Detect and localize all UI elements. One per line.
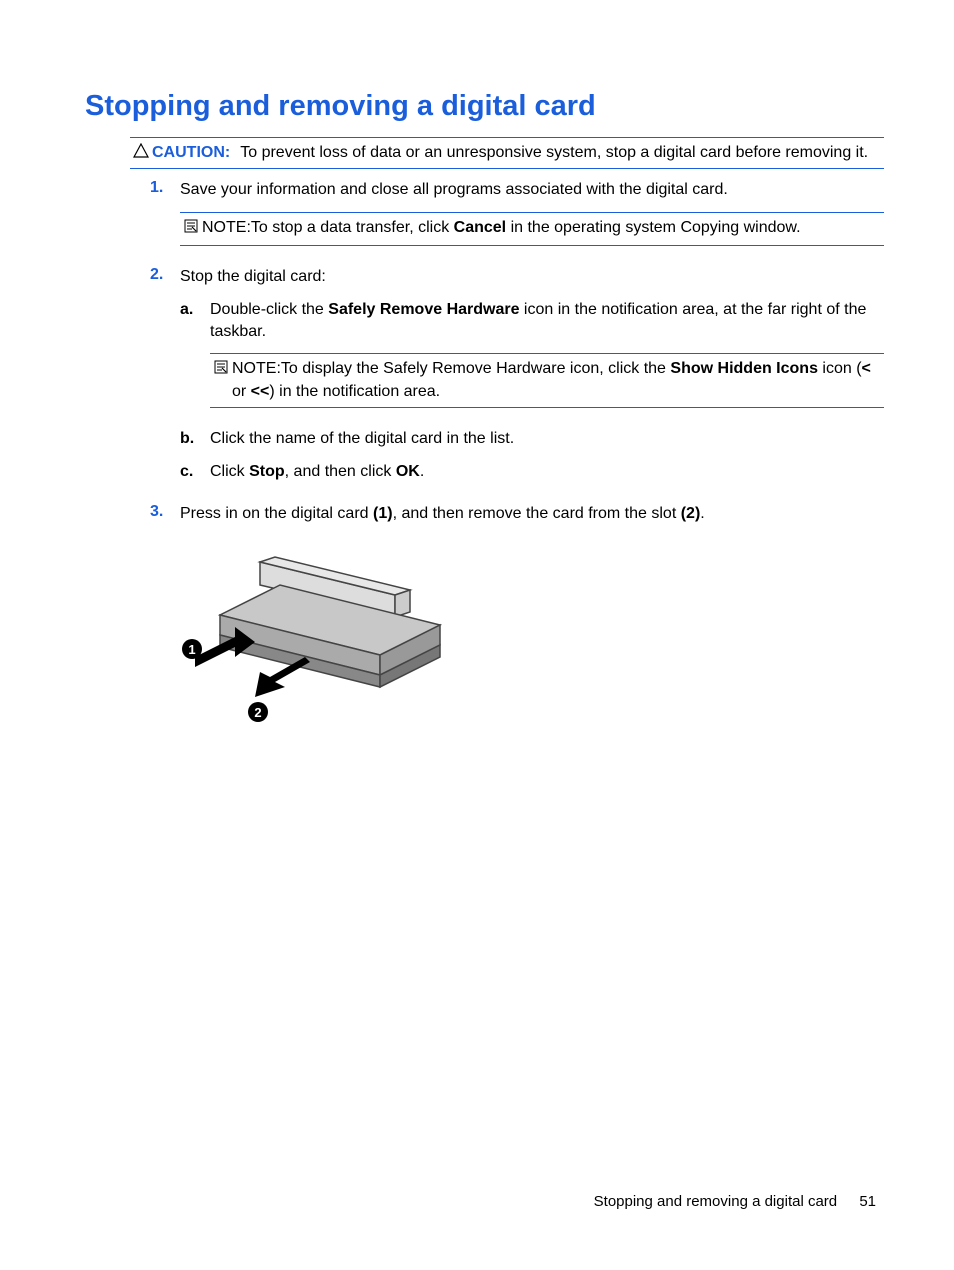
note-label: NOTE: — [202, 219, 251, 236]
sub-steps: a. Double-click the Safely Remove Hardwa… — [180, 299, 884, 483]
substep-a: a. Double-click the Safely Remove Hardwa… — [180, 299, 884, 419]
note-icon — [180, 217, 202, 241]
step-text: Press in on the digital card (1), and th… — [180, 505, 705, 522]
note-label: NOTE: — [232, 360, 281, 377]
caution-callout: CAUTION:To prevent loss of data or an un… — [130, 137, 884, 169]
note-text: NOTE:To stop a data transfer, click Canc… — [202, 217, 801, 241]
step-2: 2. Stop the digital card: a. Double-clic… — [150, 266, 884, 493]
note-callout: NOTE:To display the Safely Remove Hardwa… — [210, 353, 884, 408]
step-3: 3. Press in on the digital card (1), and… — [150, 503, 884, 737]
step-text: Save your information and close all prog… — [180, 181, 728, 198]
main-steps: 1. Save your information and close all p… — [150, 179, 884, 737]
substep-b: b. Click the name of the digital card in… — [180, 428, 884, 450]
note-callout: NOTE:To stop a data transfer, click Canc… — [180, 212, 884, 246]
substep-text: Click Stop, and then click OK. — [210, 461, 884, 483]
substep-letter: a. — [180, 299, 210, 419]
card-removal-diagram: 1 2 — [180, 537, 460, 737]
substep-letter: b. — [180, 428, 210, 450]
caution-text: CAUTION:To prevent loss of data or an un… — [152, 142, 884, 164]
footer-text: Stopping and removing a digital card — [594, 1193, 838, 1210]
substep-c: c. Click Stop, and then click OK. — [180, 461, 884, 483]
caution-icon — [130, 142, 152, 164]
page-title: Stopping and removing a digital card — [85, 90, 884, 123]
caution-body: To prevent loss of data or an unresponsi… — [240, 144, 868, 161]
step-text: Stop the digital card: — [180, 268, 326, 285]
document-page: Stopping and removing a digital card CAU… — [0, 0, 954, 1270]
page-footer: Stopping and removing a digital card 51 — [594, 1193, 876, 1210]
substep-letter: c. — [180, 461, 210, 483]
page-number: 51 — [859, 1193, 876, 1210]
diagram-callout-1: 1 — [188, 642, 195, 657]
step-number: 1. — [150, 179, 180, 256]
caution-label: CAUTION: — [152, 144, 240, 161]
step-number: 2. — [150, 266, 180, 493]
diagram-callout-2: 2 — [254, 705, 261, 720]
step-number: 3. — [150, 503, 180, 737]
note-icon — [210, 358, 232, 403]
substep-text: Click the name of the digital card in th… — [210, 430, 514, 447]
note-text: NOTE:To display the Safely Remove Hardwa… — [232, 358, 884, 403]
step-1: 1. Save your information and close all p… — [150, 179, 884, 256]
